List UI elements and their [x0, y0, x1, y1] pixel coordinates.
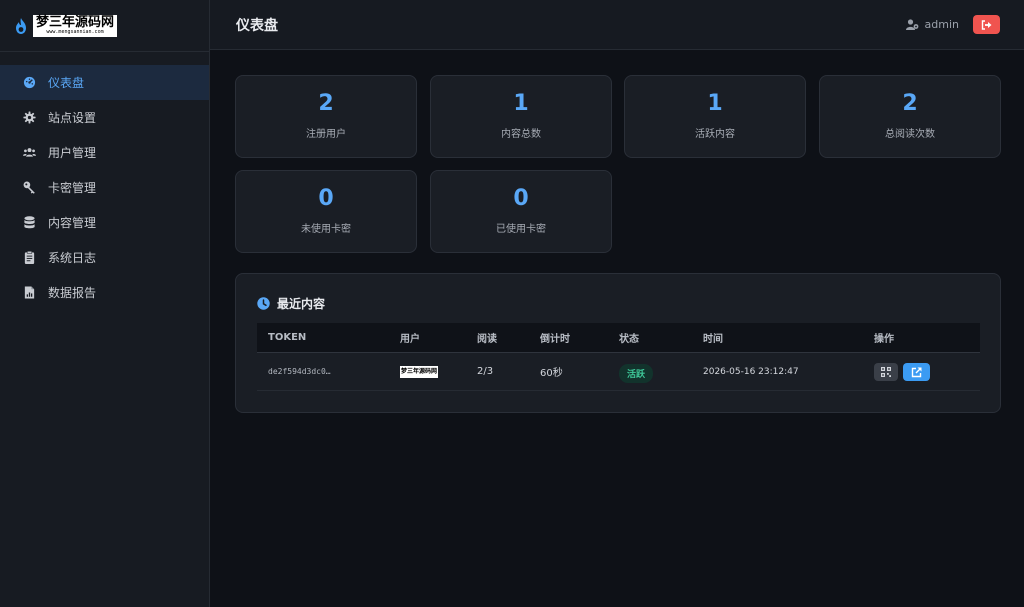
stat-value: 2 — [318, 91, 334, 116]
report-file-icon — [22, 286, 36, 300]
token-cell: de2f594d3dc0… — [268, 367, 331, 376]
stat-value: 2 — [902, 91, 918, 116]
stat-card-total-content: 1 内容总数 — [430, 75, 612, 158]
stat-label: 注册用户 — [306, 129, 346, 140]
column-header-countdown: 倒计时 — [540, 334, 570, 345]
column-header-status: 状态 — [619, 334, 639, 345]
user-menu: admin — [905, 15, 1000, 34]
users-icon — [22, 146, 36, 160]
stat-card-registered-users: 2 注册用户 — [235, 75, 417, 158]
sidebar-item-label: 内容管理 — [48, 216, 97, 230]
sidebar-item-user-management[interactable]: 用户管理 — [0, 135, 209, 170]
sidebar-item-system-logs[interactable]: 系统日志 — [0, 240, 209, 275]
sidebar-item-label: 数据报告 — [48, 286, 97, 300]
top-bar: 仪表盘 admin — [210, 0, 1024, 50]
external-link-icon — [911, 367, 922, 377]
stat-label: 活跃内容 — [695, 129, 735, 140]
stat-value: 0 — [318, 186, 334, 211]
time-cell: 2026-05-16 23:12:47 — [703, 366, 799, 377]
stat-card-total-reads: 2 总阅读次数 — [819, 75, 1001, 158]
stat-label: 未使用卡密 — [301, 224, 351, 235]
dashboard-icon — [22, 76, 36, 90]
sidebar-item-label: 仪表盘 — [48, 76, 85, 90]
sidebar-item-content-management[interactable]: 内容管理 — [0, 205, 209, 240]
sidebar-item-label: 卡密管理 — [48, 181, 97, 195]
stat-label: 已使用卡密 — [496, 224, 546, 235]
sidebar-item-data-report[interactable]: 数据报告 — [0, 275, 209, 310]
qr-code-icon — [881, 367, 891, 377]
stat-value: 0 — [513, 186, 529, 211]
sidebar-item-label: 站点设置 — [48, 111, 97, 125]
clock-icon — [257, 297, 270, 310]
recent-content-title: 最近内容 — [277, 297, 326, 311]
stat-value: 1 — [707, 91, 723, 116]
stat-value: 1 — [513, 91, 529, 116]
sidebar: 梦三年源码网 www.mengsannian.com 仪表盘 站点设置 用户管理 — [0, 0, 210, 607]
user-avatar-logo: 梦三年源码网 — [400, 366, 438, 378]
flame-icon — [16, 17, 26, 34]
sign-out-icon — [981, 19, 992, 30]
reads-cell: 2/3 — [477, 366, 494, 377]
main-content: 2 注册用户 1 内容总数 1 活跃内容 2 总阅读次数 0 未使用卡密 0 已… — [235, 75, 1001, 413]
stat-card-unused-cards: 0 未使用卡密 — [235, 170, 417, 253]
open-link-button[interactable] — [903, 363, 930, 381]
sidebar-item-label: 用户管理 — [48, 146, 97, 160]
clipboard-icon — [22, 251, 36, 265]
countdown-cell: 60秒 — [540, 368, 563, 379]
table-header: TOKEN 用户 阅读 倒计时 状态 时间 操作 — [257, 323, 980, 353]
sidebar-item-card-management[interactable]: 卡密管理 — [0, 170, 209, 205]
column-header-reads: 阅读 — [477, 334, 497, 345]
stats-grid: 2 注册用户 1 内容总数 1 活跃内容 2 总阅读次数 0 未使用卡密 0 已… — [235, 75, 1001, 253]
page-title: 仪表盘 — [236, 17, 278, 34]
recent-content-table: TOKEN 用户 阅读 倒计时 状态 时间 操作 de2f594d3dc0… 梦… — [257, 323, 980, 391]
column-header-token: TOKEN — [268, 332, 307, 343]
column-header-actions: 操作 — [874, 334, 894, 345]
sidebar-item-dashboard[interactable]: 仪表盘 — [0, 65, 209, 100]
column-header-time: 时间 — [703, 334, 723, 345]
gear-icon — [22, 111, 36, 125]
stat-card-used-cards: 0 已使用卡密 — [430, 170, 612, 253]
sidebar-item-site-settings[interactable]: 站点设置 — [0, 100, 209, 135]
stat-label: 内容总数 — [501, 129, 541, 140]
logout-button[interactable] — [973, 15, 1000, 34]
stat-label: 总阅读次数 — [885, 129, 935, 140]
column-header-user: 用户 — [400, 334, 420, 345]
sidebar-nav: 仪表盘 站点设置 用户管理 卡密管理 内容管理 系统日志 数据报告 — [0, 52, 209, 310]
database-icon — [22, 216, 36, 230]
recent-content-panel: 最近内容 TOKEN 用户 阅读 倒计时 状态 时间 操作 de2f594d3d… — [235, 273, 1001, 413]
stat-card-active-content: 1 活跃内容 — [624, 75, 806, 158]
qr-code-button[interactable] — [874, 363, 898, 381]
brand[interactable]: 梦三年源码网 www.mengsannian.com — [0, 0, 209, 52]
brand-logo-text: 梦三年源码网 — [35, 15, 114, 30]
brand-logo: 梦三年源码网 www.mengsannian.com — [33, 14, 117, 37]
brand-logo-subtext: www.mengsannian.com — [46, 29, 104, 35]
table-row: de2f594d3dc0… 梦三年源码网 2/3 60秒 活跃 2026-05-… — [257, 353, 980, 391]
sidebar-item-label: 系统日志 — [48, 251, 97, 265]
status-badge: 活跃 — [619, 364, 654, 383]
user-gear-icon — [905, 19, 918, 30]
key-icon — [22, 181, 36, 195]
recent-content-header: 最近内容 — [257, 295, 325, 312]
username[interactable]: admin — [925, 18, 959, 31]
